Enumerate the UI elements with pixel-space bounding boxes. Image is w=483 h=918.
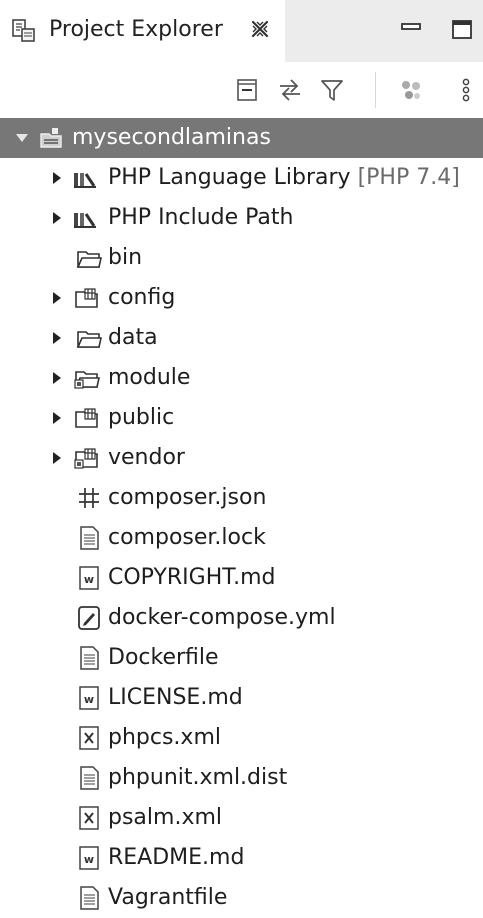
chevron-right-icon[interactable]	[48, 409, 66, 427]
tree-items: PHP Language Library [PHP 7.4] PHP Inclu…	[0, 158, 483, 918]
view-menu-icon[interactable]	[452, 76, 480, 104]
xml-file-icon	[79, 806, 99, 830]
tree-row[interactable]: docker-compose.yml	[0, 598, 483, 638]
toolbar-separator	[375, 72, 376, 108]
tab-project-explorer[interactable]: Project Explorer	[0, 0, 285, 62]
yaml-file-icon	[78, 606, 100, 630]
tree-row[interactable]: phpcs.xml	[0, 718, 483, 758]
filter-icon[interactable]	[318, 76, 346, 104]
tree-row[interactable]: data	[0, 318, 483, 358]
tree-row[interactable]: w LICENSE.md	[0, 678, 483, 718]
tree-row[interactable]: composer.lock	[0, 518, 483, 558]
tree-row[interactable]: phpunit.xml.dist	[0, 758, 483, 798]
json-file-icon	[79, 488, 99, 508]
text-file-icon	[80, 766, 99, 790]
chevron-right-icon[interactable]	[48, 289, 66, 307]
tree-row-label: docker-compose.yml	[108, 605, 336, 630]
tree-row-label: PHP Language Library [PHP 7.4]	[108, 165, 460, 190]
view-toolbar	[0, 62, 483, 118]
text-file-icon	[80, 646, 99, 670]
tree-row[interactable]: Dockerfile	[0, 638, 483, 678]
tree-row-label: mysecondlaminas	[72, 125, 271, 150]
tree-row-label: module	[108, 365, 191, 390]
chevron-down-icon[interactable]	[13, 129, 31, 147]
tree-row[interactable]: Vagrantfile	[0, 878, 483, 918]
package-folder-icon	[75, 288, 98, 308]
tree-row-label: vendor	[108, 445, 185, 470]
tree-row[interactable]: PHP Include Path	[0, 198, 483, 238]
chevron-right-icon[interactable]	[48, 169, 66, 187]
tree-row-label: composer.json	[108, 485, 267, 510]
tree-row[interactable]: public	[0, 398, 483, 438]
tree-row[interactable]: vendor	[0, 438, 483, 478]
view-tab-bar: Project Explorer	[0, 0, 483, 62]
markdown-file-icon: w	[79, 566, 99, 590]
tree-row-label: LICENSE.md	[108, 685, 243, 710]
maximize-icon[interactable]	[449, 16, 475, 42]
tree-row[interactable]: w README.md	[0, 838, 483, 878]
source-folder-icon	[74, 371, 100, 389]
tree-row[interactable]: module	[0, 358, 483, 398]
tree-row[interactable]: PHP Language Library [PHP 7.4]	[0, 158, 483, 198]
tree-row-decoration: [PHP 7.4]	[357, 165, 460, 190]
tree-row-label: COPYRIGHT.md	[108, 565, 276, 590]
chevron-right-icon[interactable]	[48, 209, 66, 227]
tree-row-label: public	[108, 405, 175, 430]
tree-row-label: data	[108, 325, 158, 350]
tree-row-project[interactable]: mysecondlaminas	[0, 118, 483, 158]
project-explorer-icon	[12, 19, 35, 42]
tree-row[interactable]: psalm.xml	[0, 798, 483, 838]
folder-icon	[76, 331, 102, 348]
library-icon	[74, 213, 96, 228]
minimize-icon[interactable]	[398, 16, 424, 42]
tree-row-label: Vagrantfile	[108, 885, 228, 910]
collapse-all-icon[interactable]	[233, 76, 261, 104]
markdown-file-icon: w	[79, 846, 99, 870]
chevron-right-icon[interactable]	[48, 369, 66, 387]
tree-row-label: PHP Include Path	[108, 205, 294, 230]
tree-row-label: composer.lock	[108, 525, 266, 550]
text-file-icon	[80, 886, 99, 910]
markdown-file-icon: w	[79, 686, 99, 710]
tree-row-label: phpunit.xml.dist	[108, 765, 288, 790]
svg-text:w: w	[84, 853, 94, 866]
source-package-folder-icon	[74, 448, 98, 469]
library-icon	[74, 173, 96, 188]
chevron-right-icon[interactable]	[48, 329, 66, 347]
tree-row[interactable]: w COPYRIGHT.md	[0, 558, 483, 598]
folder-icon	[76, 251, 102, 268]
tree-row-label: README.md	[108, 845, 245, 870]
working-set-icon[interactable]	[397, 76, 425, 104]
view-title: Project Explorer	[49, 17, 223, 42]
tree-row-label: psalm.xml	[108, 805, 223, 830]
project-tree: mysecondlaminas PHP Language Library [PH…	[0, 118, 483, 918]
chevron-right-icon[interactable]	[48, 449, 66, 467]
xml-file-icon	[79, 726, 99, 750]
tree-row[interactable]: bin	[0, 238, 483, 278]
svg-text:w: w	[84, 693, 94, 706]
close-icon[interactable]	[250, 19, 270, 39]
tree-row-label: bin	[108, 245, 143, 270]
svg-text:w: w	[84, 573, 94, 586]
tree-row[interactable]: config	[0, 278, 483, 318]
tree-row[interactable]: composer.json	[0, 478, 483, 518]
text-file-icon	[80, 526, 99, 550]
tree-row-label: Dockerfile	[108, 645, 219, 670]
php-project-icon	[40, 128, 62, 148]
tree-row-label: config	[108, 285, 176, 310]
link-with-editor-icon[interactable]	[276, 76, 304, 104]
tree-row-label: phpcs.xml	[108, 725, 221, 750]
package-folder-icon	[75, 408, 98, 428]
